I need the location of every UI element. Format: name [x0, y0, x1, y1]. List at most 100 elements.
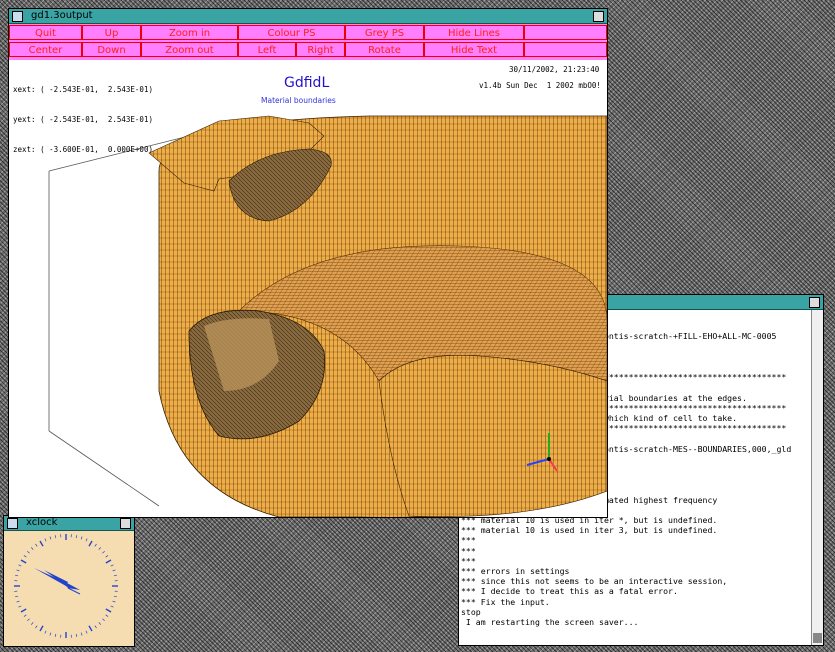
terminal-line: *** Fix the input.: [461, 596, 550, 607]
menu-blank-cell: [524, 25, 607, 40]
terminal-line: ***: [461, 535, 476, 546]
colour-ps-button[interactable]: Colour PS: [238, 25, 345, 40]
clock-titlebar[interactable]: xclock: [4, 516, 134, 531]
quit-button[interactable]: Quit: [9, 25, 82, 40]
window-menu-icon[interactable]: [12, 11, 23, 22]
rotate-button[interactable]: Rotate: [345, 42, 424, 57]
clock-tick: [27, 618, 30, 622]
clock-tick: [112, 569, 116, 572]
terminal-line: stop: [461, 606, 481, 617]
terminal-line: *** I decide to treat this as a fatal er…: [461, 586, 678, 597]
plot-canvas[interactable]: xext: ( -2.543E-01, 2.543E-01) yext: ( -…: [9, 61, 607, 517]
center-button[interactable]: Center: [9, 42, 82, 57]
clock-tick: [80, 536, 83, 540]
clock-tick: [16, 569, 20, 572]
clock-tick: [18, 605, 22, 608]
hide-text-button[interactable]: Hide Text: [424, 42, 524, 57]
terminal-line: I am restarting the screen saver...: [461, 617, 639, 628]
clock-tick: [94, 625, 97, 629]
clock-tick: [16, 600, 20, 603]
clock-tick: [23, 614, 27, 617]
window-close-icon[interactable]: [809, 297, 820, 308]
inner-step: [378, 355, 607, 517]
right-button[interactable]: Right: [296, 42, 345, 57]
clock-tick: [80, 632, 83, 636]
clock-tick: [85, 630, 88, 634]
x-extent: xext: ( -2.543E-01, 2.543E-01): [13, 85, 153, 94]
clock-tick: [102, 618, 105, 622]
window-close-icon[interactable]: [593, 11, 604, 22]
menu-row-2: Center Down Zoom out Left Right Rotate H…: [9, 42, 607, 59]
clock-minute-hand: [34, 568, 80, 590]
clock-tick: [44, 538, 47, 542]
clock-tick: [39, 540, 44, 547]
clock-tick: [105, 608, 112, 613]
clock-tick: [35, 543, 38, 547]
output-window-title: gd1.3output: [31, 10, 93, 21]
terminal-line: ***: [461, 545, 476, 556]
clock-tick: [30, 547, 34, 550]
y-extent: yext: ( -2.543E-01, 2.543E-01): [13, 115, 153, 124]
window-menu-icon[interactable]: [7, 518, 18, 529]
clock-tick: [20, 559, 27, 564]
plot-date: 30/11/2002, 21:23:40: [509, 65, 600, 74]
scrollbar-thumb[interactable]: [813, 633, 822, 643]
terminal-scrollbar[interactable]: [811, 310, 823, 645]
menu-blank-cell-2: [524, 42, 607, 57]
zoom-in-button[interactable]: Zoom in: [141, 25, 238, 40]
z-extent: zext: ( -3.600E-01, 0.000E+00): [13, 145, 153, 154]
clock-tick: [49, 632, 52, 636]
gdfidl-output-window[interactable]: gd1.3output Quit Up Zoom in Colour PS Gr…: [8, 8, 608, 518]
zoom-out-button[interactable]: Zoom out: [141, 42, 238, 57]
clock-tick: [98, 622, 102, 625]
plot-title: GdfidL: [284, 75, 330, 91]
clock-tick: [15, 574, 19, 577]
down-button[interactable]: Down: [82, 42, 141, 57]
plot-version: v1.4b Sun Dec 1 2002 mbO0!: [479, 81, 601, 90]
clock-tick: [112, 600, 116, 603]
up-button[interactable]: Up: [82, 25, 141, 40]
output-titlebar[interactable]: gd1.3output: [9, 9, 607, 24]
clock-tick: [18, 564, 22, 567]
coordinate-extents: xext: ( -2.543E-01, 2.543E-01) yext: ( -…: [13, 65, 153, 175]
clock-tick: [98, 547, 102, 550]
clock-tick: [30, 622, 34, 625]
terminal-line: *** since this not seems to be an intera…: [461, 576, 728, 587]
terminal-line: *** material 10 is used in iter 3, but i…: [461, 525, 718, 536]
clock-tick: [88, 625, 93, 632]
plot-menu: Quit Up Zoom in Colour PS Grey PS Hide L…: [9, 24, 607, 60]
clock-tick: [27, 550, 30, 554]
grey-ps-button[interactable]: Grey PS: [345, 25, 424, 40]
plot-subtitle: Material boundaries: [261, 96, 336, 105]
window-close-icon[interactable]: [120, 518, 131, 529]
terminal-line: *** errors in settings: [461, 566, 570, 577]
clock-tick: [113, 574, 117, 577]
clock-tick: [94, 543, 97, 547]
hide-lines-button[interactable]: Hide Lines: [424, 25, 524, 40]
terminal-line: ***: [461, 555, 476, 566]
clock-tick: [110, 564, 114, 567]
menu-row-1: Quit Up Zoom in Colour PS Grey PS Hide L…: [9, 25, 607, 42]
clock-tick: [39, 625, 44, 632]
clock-tick: [85, 538, 88, 542]
clock-tick: [110, 605, 114, 608]
clock-tick: [49, 536, 52, 540]
clock-title: xclock: [26, 517, 58, 528]
clock-tick: [105, 614, 109, 617]
clock-tick: [113, 595, 117, 598]
clock-tick: [88, 540, 93, 547]
clock-tick: [44, 630, 47, 634]
clock-tick: [23, 555, 27, 558]
clock-tick: [35, 625, 38, 629]
clock-face: [14, 534, 118, 638]
clock-window[interactable]: xclock: [3, 515, 135, 647]
clock-tick: [20, 608, 27, 613]
clock-tick: [105, 555, 109, 558]
clock-tick: [105, 559, 112, 564]
clock-tick: [102, 550, 105, 554]
clock-tick: [75, 535, 78, 539]
clock-tick: [15, 595, 19, 598]
clock-tick: [54, 535, 57, 539]
left-button[interactable]: Left: [238, 42, 296, 57]
clock-tick: [75, 633, 78, 637]
